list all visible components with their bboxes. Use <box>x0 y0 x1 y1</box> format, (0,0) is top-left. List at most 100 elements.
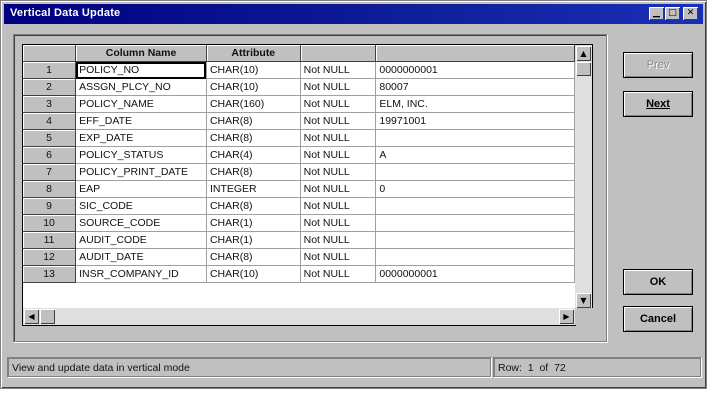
horizontal-scrollbar[interactable]: ◀ ▶ <box>22 308 576 326</box>
value-cell[interactable] <box>375 163 575 181</box>
table-row[interactable]: 4 EFF_DATE CHAR(8) Not NULL 19971001 <box>23 112 575 130</box>
attribute-cell[interactable]: CHAR(8) <box>206 163 301 181</box>
attribute-cell[interactable]: CHAR(8) <box>206 197 301 215</box>
minimize-icon[interactable]: ▁ <box>649 7 664 20</box>
attribute-cell[interactable]: CHAR(1) <box>206 231 301 249</box>
vertical-scrollbar[interactable]: ▲ ▼ <box>575 44 593 310</box>
null-cell[interactable]: Not NULL <box>300 163 377 181</box>
row-number: 13 <box>23 265 77 283</box>
attribute-cell[interactable]: CHAR(1) <box>206 214 301 232</box>
vertical-scroll-thumb[interactable] <box>576 62 591 76</box>
next-button[interactable]: Next <box>623 91 693 117</box>
null-cell[interactable]: Not NULL <box>300 95 377 113</box>
column-name-cell[interactable]: ASSGN_PLCY_NO <box>75 78 207 96</box>
vertical-data-update-window: Vertical Data Update ▁ □ ✕ Column Name A… <box>0 0 707 389</box>
value-cell[interactable] <box>375 231 575 249</box>
column-name-cell[interactable]: POLICY_PRINT_DATE <box>75 163 207 181</box>
table-row[interactable]: 7 POLICY_PRINT_DATE CHAR(8) Not NULL <box>23 163 575 181</box>
value-cell[interactable] <box>375 197 575 215</box>
horizontal-scroll-thumb[interactable] <box>40 309 55 324</box>
null-cell[interactable]: Not NULL <box>300 214 377 232</box>
column-name-cell[interactable]: POLICY_STATUS <box>75 146 207 164</box>
null-cell[interactable]: Not NULL <box>300 78 377 96</box>
header-null[interactable] <box>300 45 377 62</box>
table-row[interactable]: 11 AUDIT_CODE CHAR(1) Not NULL <box>23 231 575 249</box>
column-name-cell[interactable]: SIC_CODE <box>75 197 207 215</box>
row-number: 4 <box>23 112 77 130</box>
status-message: View and update data in vertical mode <box>7 357 491 377</box>
null-cell[interactable]: Not NULL <box>300 61 377 79</box>
value-cell[interactable] <box>375 248 575 266</box>
table-row[interactable]: 3 POLICY_NAME CHAR(160) Not NULL ELM, INC. <box>23 95 575 113</box>
table-row[interactable]: 6 POLICY_STATUS CHAR(4) Not NULL A <box>23 146 575 164</box>
scroll-down-icon[interactable]: ▼ <box>576 293 591 308</box>
column-name-cell[interactable]: INSR_COMPANY_ID <box>75 265 207 283</box>
row-of-label: of <box>539 362 549 374</box>
row-number: 2 <box>23 78 77 96</box>
table-row[interactable]: 5 EXP_DATE CHAR(8) Not NULL <box>23 129 575 147</box>
value-cell[interactable]: 19971001 <box>375 112 575 130</box>
attribute-cell[interactable]: CHAR(10) <box>206 265 301 283</box>
row-number: 5 <box>23 129 77 147</box>
null-cell[interactable]: Not NULL <box>300 146 377 164</box>
value-cell[interactable]: 0000000001 <box>375 61 575 79</box>
row-number: 11 <box>23 231 77 249</box>
row-number: 7 <box>23 163 77 181</box>
column-name-cell[interactable]: SOURCE_CODE <box>75 214 207 232</box>
attribute-cell[interactable]: CHAR(8) <box>206 112 301 130</box>
grid-header-row: Column Name Attribute <box>23 45 575 62</box>
value-cell[interactable]: 80007 <box>375 78 575 96</box>
table-row[interactable]: 10 SOURCE_CODE CHAR(1) Not NULL <box>23 214 575 232</box>
grid-body: 1 POLICY_NO CHAR(10) Not NULL 0000000001 2 ASS… <box>23 61 575 283</box>
column-name-cell[interactable]: EAP <box>75 180 207 198</box>
header-value[interactable] <box>375 45 575 62</box>
title-bar[interactable]: Vertical Data Update ▁ □ ✕ <box>4 4 703 24</box>
null-cell[interactable]: Not NULL <box>300 180 377 198</box>
column-name-cell[interactable]: AUDIT_DATE <box>75 248 207 266</box>
value-cell[interactable]: ELM, INC. <box>375 95 575 113</box>
attribute-cell[interactable]: CHAR(4) <box>206 146 301 164</box>
cancel-button[interactable]: Cancel <box>623 306 693 332</box>
value-cell[interactable]: 0000000001 <box>375 265 575 283</box>
table-row[interactable]: 1 POLICY_NO CHAR(10) Not NULL 0000000001 <box>23 61 575 79</box>
attribute-cell[interactable]: CHAR(10) <box>206 78 301 96</box>
attribute-cell[interactable]: CHAR(8) <box>206 248 301 266</box>
row-current: 1 <box>527 362 534 374</box>
close-icon[interactable]: ✕ <box>683 7 698 20</box>
scroll-up-icon[interactable]: ▲ <box>576 46 591 61</box>
attribute-cell[interactable]: INTEGER <box>206 180 301 198</box>
maximize-icon[interactable]: □ <box>665 7 680 20</box>
value-cell[interactable]: 0 <box>375 180 575 198</box>
attribute-cell[interactable]: CHAR(160) <box>206 95 301 113</box>
null-cell[interactable]: Not NULL <box>300 112 377 130</box>
table-row[interactable]: 8 EAP INTEGER Not NULL 0 <box>23 180 575 198</box>
column-name-cell[interactable]: EFF_DATE <box>75 112 207 130</box>
table-row[interactable]: 2 ASSGN_PLCY_NO CHAR(10) Not NULL 80007 <box>23 78 575 96</box>
attribute-cell[interactable]: CHAR(10) <box>206 61 301 79</box>
row-number: 12 <box>23 248 77 266</box>
row-number: 1 <box>23 61 77 79</box>
table-row[interactable]: 12 AUDIT_DATE CHAR(8) Not NULL <box>23 248 575 266</box>
header-attribute[interactable]: Attribute <box>206 45 301 62</box>
column-name-cell[interactable]: AUDIT_CODE <box>75 231 207 249</box>
attribute-cell[interactable]: CHAR(8) <box>206 129 301 147</box>
column-name-cell[interactable]: EXP_DATE <box>75 129 207 147</box>
scroll-right-icon[interactable]: ▶ <box>559 309 574 324</box>
null-cell[interactable]: Not NULL <box>300 231 377 249</box>
data-grid[interactable]: Column Name Attribute 1 POLICY_NO CHAR(10)… <box>22 44 576 310</box>
value-cell[interactable] <box>375 129 575 147</box>
ok-button[interactable]: OK <box>623 269 693 295</box>
value-cell[interactable]: A <box>375 146 575 164</box>
header-column-name[interactable]: Column Name <box>75 45 207 62</box>
null-cell[interactable]: Not NULL <box>300 265 377 283</box>
table-row[interactable]: 13 INSR_COMPANY_ID CHAR(10) Not NULL 0000000… <box>23 265 575 283</box>
null-cell[interactable]: Not NULL <box>300 129 377 147</box>
column-name-cell[interactable]: POLICY_NO <box>75 61 207 79</box>
column-name-cell[interactable]: POLICY_NAME <box>75 95 207 113</box>
prev-button[interactable]: Prev <box>623 52 693 78</box>
scroll-left-icon[interactable]: ◀ <box>24 309 39 324</box>
null-cell[interactable]: Not NULL <box>300 197 377 215</box>
value-cell[interactable] <box>375 214 575 232</box>
table-row[interactable]: 9 SIC_CODE CHAR(8) Not NULL <box>23 197 575 215</box>
null-cell[interactable]: Not NULL <box>300 248 377 266</box>
